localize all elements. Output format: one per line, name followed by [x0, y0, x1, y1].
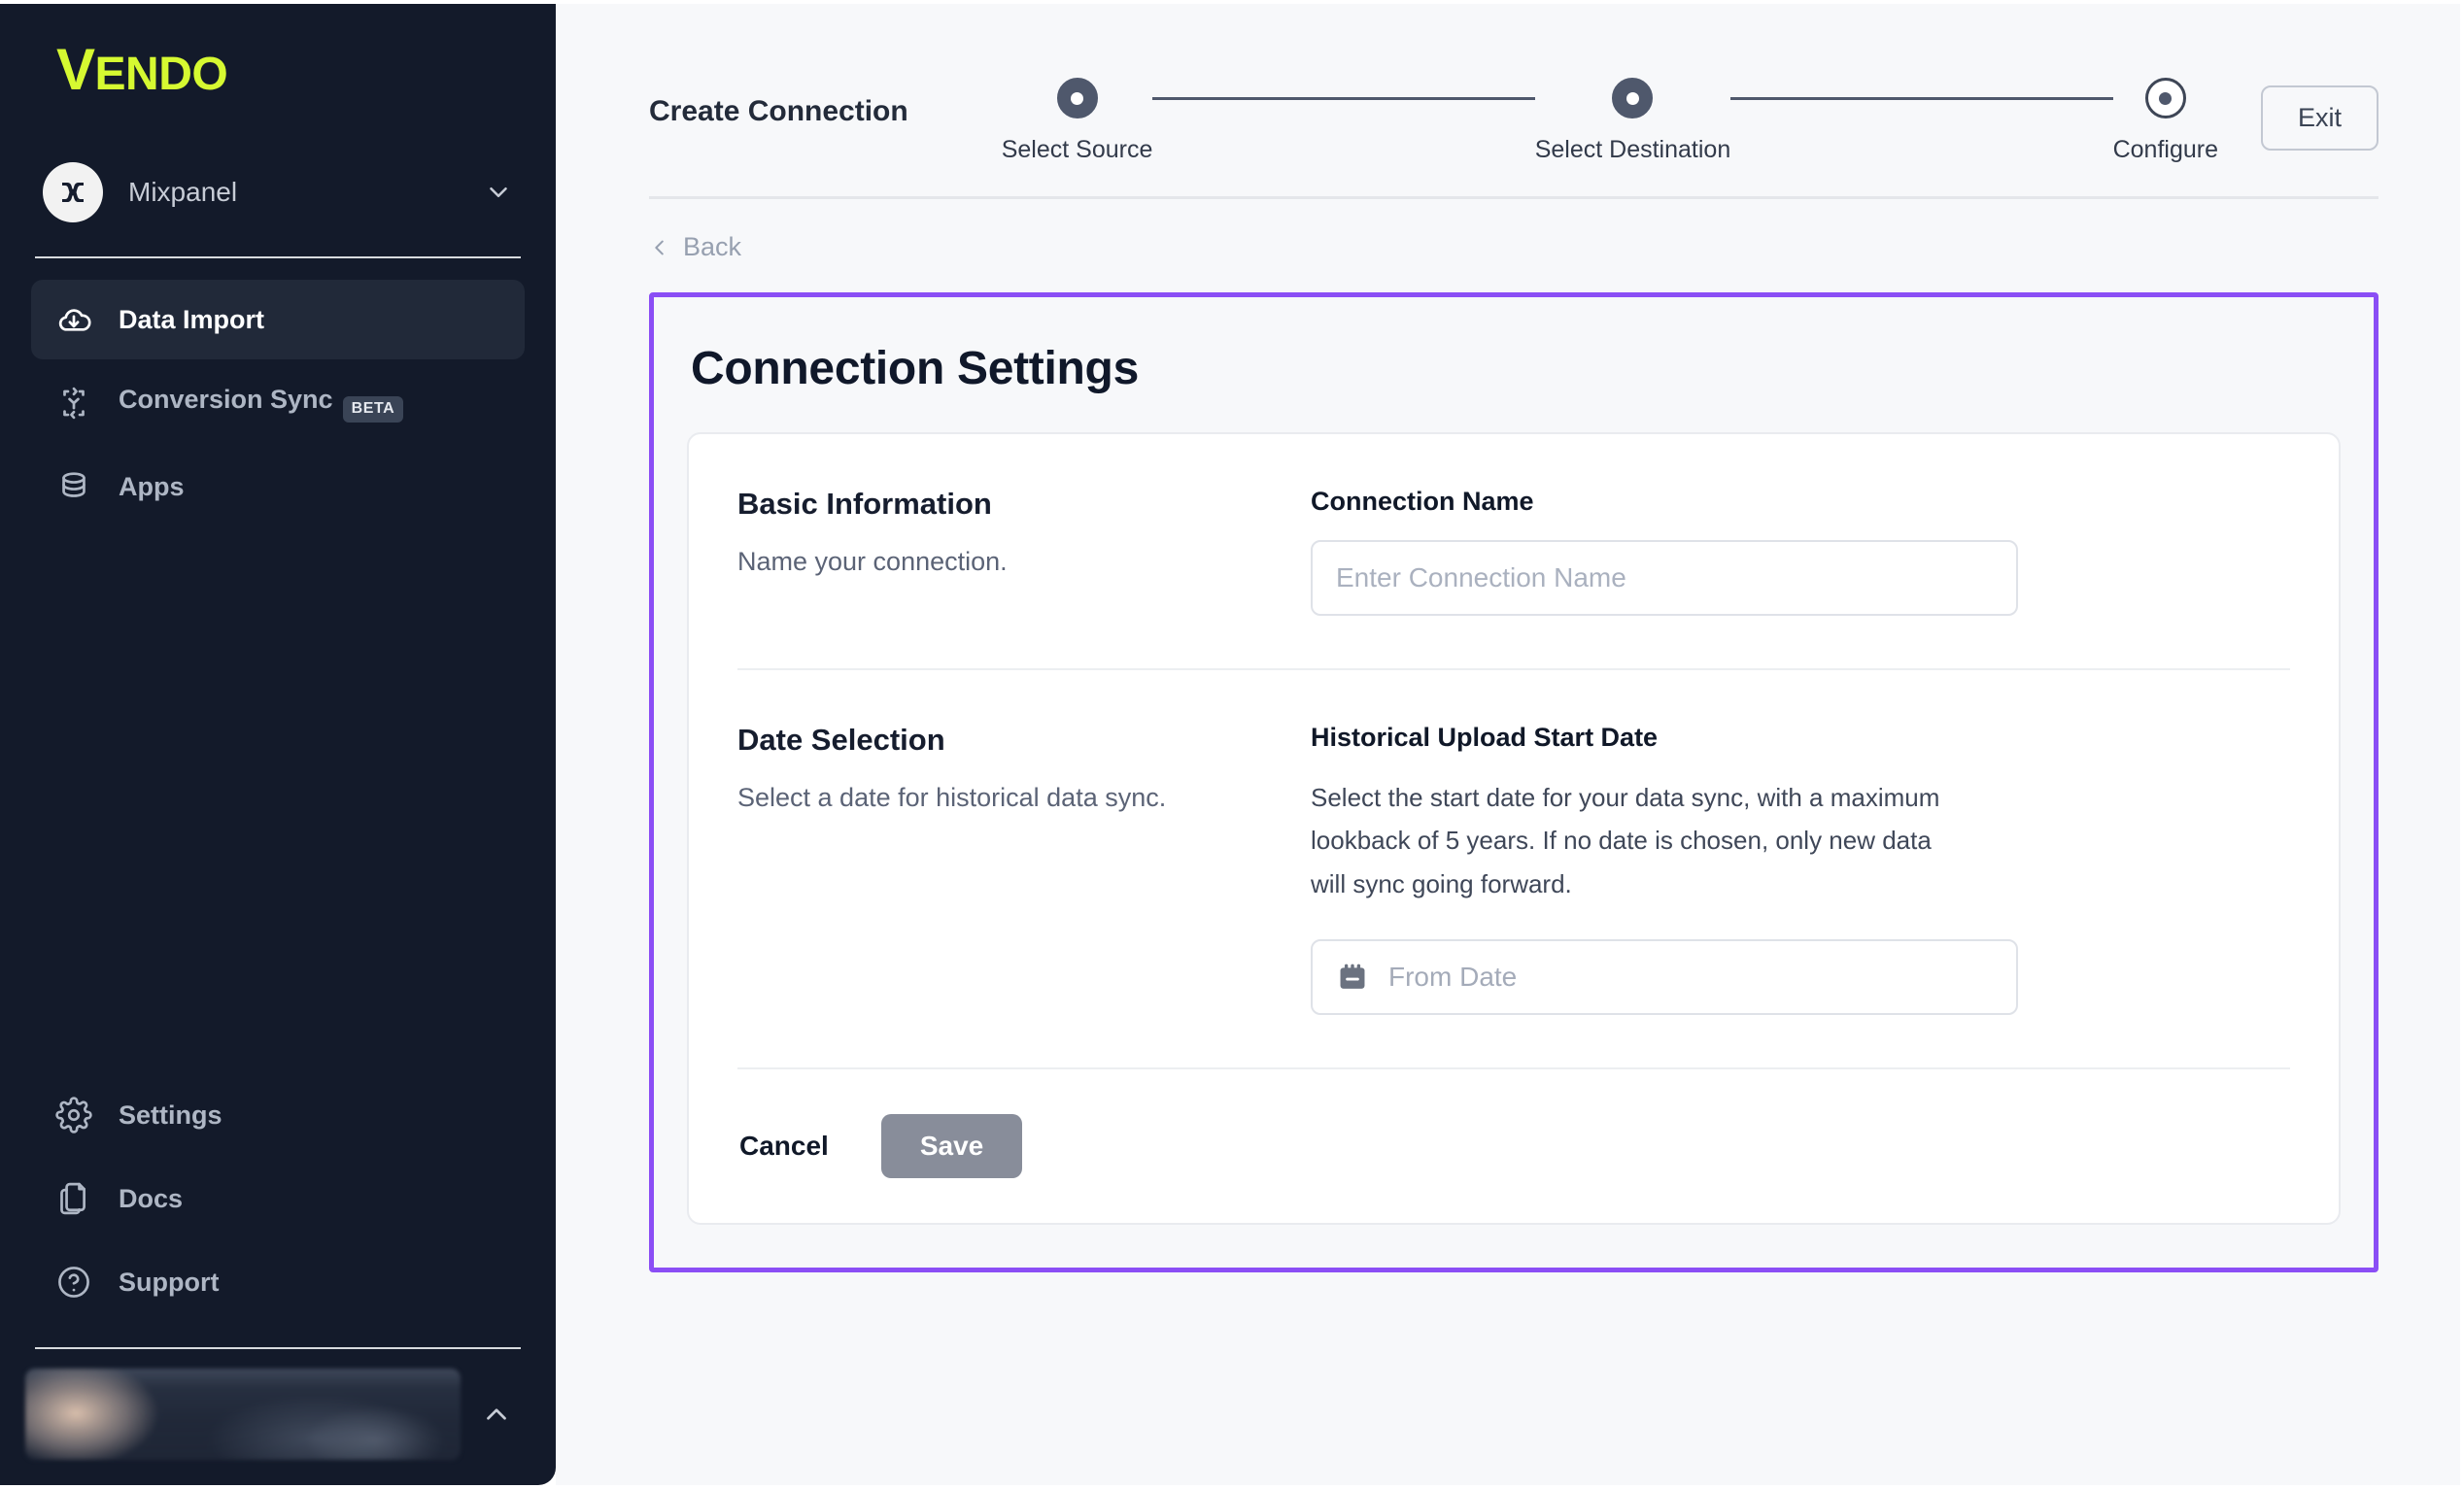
sidebar-item-docs[interactable]: Docs — [31, 1159, 525, 1238]
connection-name-label: Connection Name — [1311, 487, 2290, 517]
chevron-left-icon — [649, 237, 670, 258]
sidebar-item-label: Support — [119, 1268, 219, 1298]
step-label: Configure — [2113, 136, 2218, 164]
section-description: Name your connection. — [737, 543, 1272, 581]
sidebar-item-label: Data Import — [119, 305, 264, 335]
historical-start-date-label: Historical Upload Start Date — [1311, 723, 2290, 753]
sidebar-item-label-wrap: Settings — [119, 1100, 222, 1131]
step-label: Select Source — [1002, 136, 1153, 164]
historical-start-date-help: Select the start date for your data sync… — [1311, 776, 1942, 906]
gear-icon — [54, 1096, 93, 1134]
beta-badge: BETA — [343, 396, 404, 423]
sidebar-item-conversion-sync[interactable]: Conversion Sync BETA — [31, 363, 525, 443]
step-configure[interactable]: Configure — [2113, 78, 2218, 164]
section-description: Select a date for historical data sync. — [737, 779, 1272, 817]
back-label: Back — [683, 232, 741, 262]
calendar-icon — [1336, 961, 1369, 994]
sidebar-item-settings[interactable]: Settings — [31, 1075, 525, 1155]
back-link[interactable]: Back — [649, 232, 741, 262]
sidebar-item-label: Apps — [119, 472, 185, 502]
vendo-logo-cap: V — [56, 37, 95, 102]
sidebar-item-label-wrap: Data Import — [119, 305, 264, 335]
sidebar-item-label-wrap: Docs — [119, 1184, 183, 1214]
docs-icon — [54, 1179, 93, 1218]
section-field-col: Connection Name — [1311, 487, 2290, 616]
step-connector — [1730, 78, 2112, 118]
chevron-down-icon[interactable] — [484, 178, 513, 207]
exit-button[interactable]: Exit — [2261, 85, 2378, 151]
connection-settings-panel: Connection Settings Basic Information Na… — [649, 292, 2378, 1272]
sidebar-nav: Data Import Conversion Sync BETA — [0, 258, 556, 526]
sidebar: VENDO Mixpanel — [0, 4, 556, 1485]
from-date-input[interactable]: From Date — [1311, 939, 2018, 1015]
app-root: VENDO Mixpanel — [0, 0, 2464, 1489]
step-select-destination[interactable]: Select Destination — [1535, 78, 1731, 164]
section-description-col: Date Selection Select a date for histori… — [737, 723, 1311, 817]
cancel-button[interactable]: Cancel — [737, 1127, 831, 1166]
sidebar-spacer — [0, 526, 556, 1075]
vendo-logo: VENDO — [56, 41, 227, 99]
section-basic-information: Basic Information Name your connection. … — [737, 434, 2290, 668]
main-content: Create Connection Select Source Select D… — [556, 4, 2460, 1485]
wizard-stepper: Select Source Select Destination Configu… — [1002, 58, 2218, 164]
mixpanel-logo-icon — [43, 162, 103, 222]
card-actions: Cancel Save — [737, 1067, 2290, 1223]
user-profile-redacted — [25, 1369, 461, 1460]
panel-title: Connection Settings — [691, 342, 2341, 395]
from-date-placeholder: From Date — [1388, 962, 1517, 993]
sidebar-divider-bottom — [35, 1347, 521, 1349]
section-title: Basic Information — [737, 487, 1272, 522]
sidebar-nav-bottom: Settings Docs — [0, 1075, 556, 1322]
step-connector — [1152, 78, 1534, 118]
brand: VENDO — [0, 4, 556, 120]
chevron-up-icon[interactable] — [480, 1398, 513, 1431]
step-dot-icon — [1057, 78, 1098, 118]
back-row: Back — [556, 199, 2460, 263]
sidebar-item-label-wrap: Apps — [119, 472, 185, 502]
sidebar-item-label: Settings — [119, 1100, 222, 1131]
sidebar-item-apps[interactable]: Apps — [31, 447, 525, 526]
user-profile[interactable] — [0, 1349, 556, 1485]
database-stack-icon — [54, 467, 93, 506]
vendo-logo-rest: ENDO — [95, 49, 228, 100]
wizard-header: Create Connection Select Source Select D… — [556, 4, 2460, 196]
step-select-source[interactable]: Select Source — [1002, 78, 1153, 164]
step-dot-icon — [1612, 78, 1653, 118]
sidebar-item-label: Docs — [119, 1184, 183, 1214]
section-date-selection: Date Selection Select a date for histori… — [737, 668, 2290, 1067]
page-title: Create Connection — [649, 95, 908, 128]
sidebar-item-data-import[interactable]: Data Import — [31, 280, 525, 359]
sidebar-divider-top — [35, 256, 521, 258]
step-dot-icon — [2145, 78, 2186, 118]
section-description-col: Basic Information Name your connection. — [737, 487, 1311, 581]
section-title: Date Selection — [737, 723, 1272, 758]
sidebar-item-support[interactable]: Support — [31, 1242, 525, 1322]
sidebar-item-label-wrap: Support — [119, 1268, 219, 1298]
cloud-download-icon — [54, 300, 93, 339]
step-label: Select Destination — [1535, 136, 1731, 164]
workspace-name: Mixpanel — [128, 177, 459, 208]
connection-name-input[interactable] — [1311, 540, 2018, 616]
sidebar-item-label-wrap: Conversion Sync BETA — [119, 385, 403, 423]
conversion-sync-icon — [54, 384, 93, 423]
workspace-selector[interactable]: Mixpanel — [0, 146, 556, 239]
sidebar-item-label: Conversion Sync — [119, 385, 333, 415]
settings-card: Basic Information Name your connection. … — [687, 432, 2341, 1225]
question-circle-icon — [54, 1263, 93, 1302]
save-button[interactable]: Save — [881, 1114, 1022, 1178]
section-field-col: Historical Upload Start Date Select the … — [1311, 723, 2290, 1015]
